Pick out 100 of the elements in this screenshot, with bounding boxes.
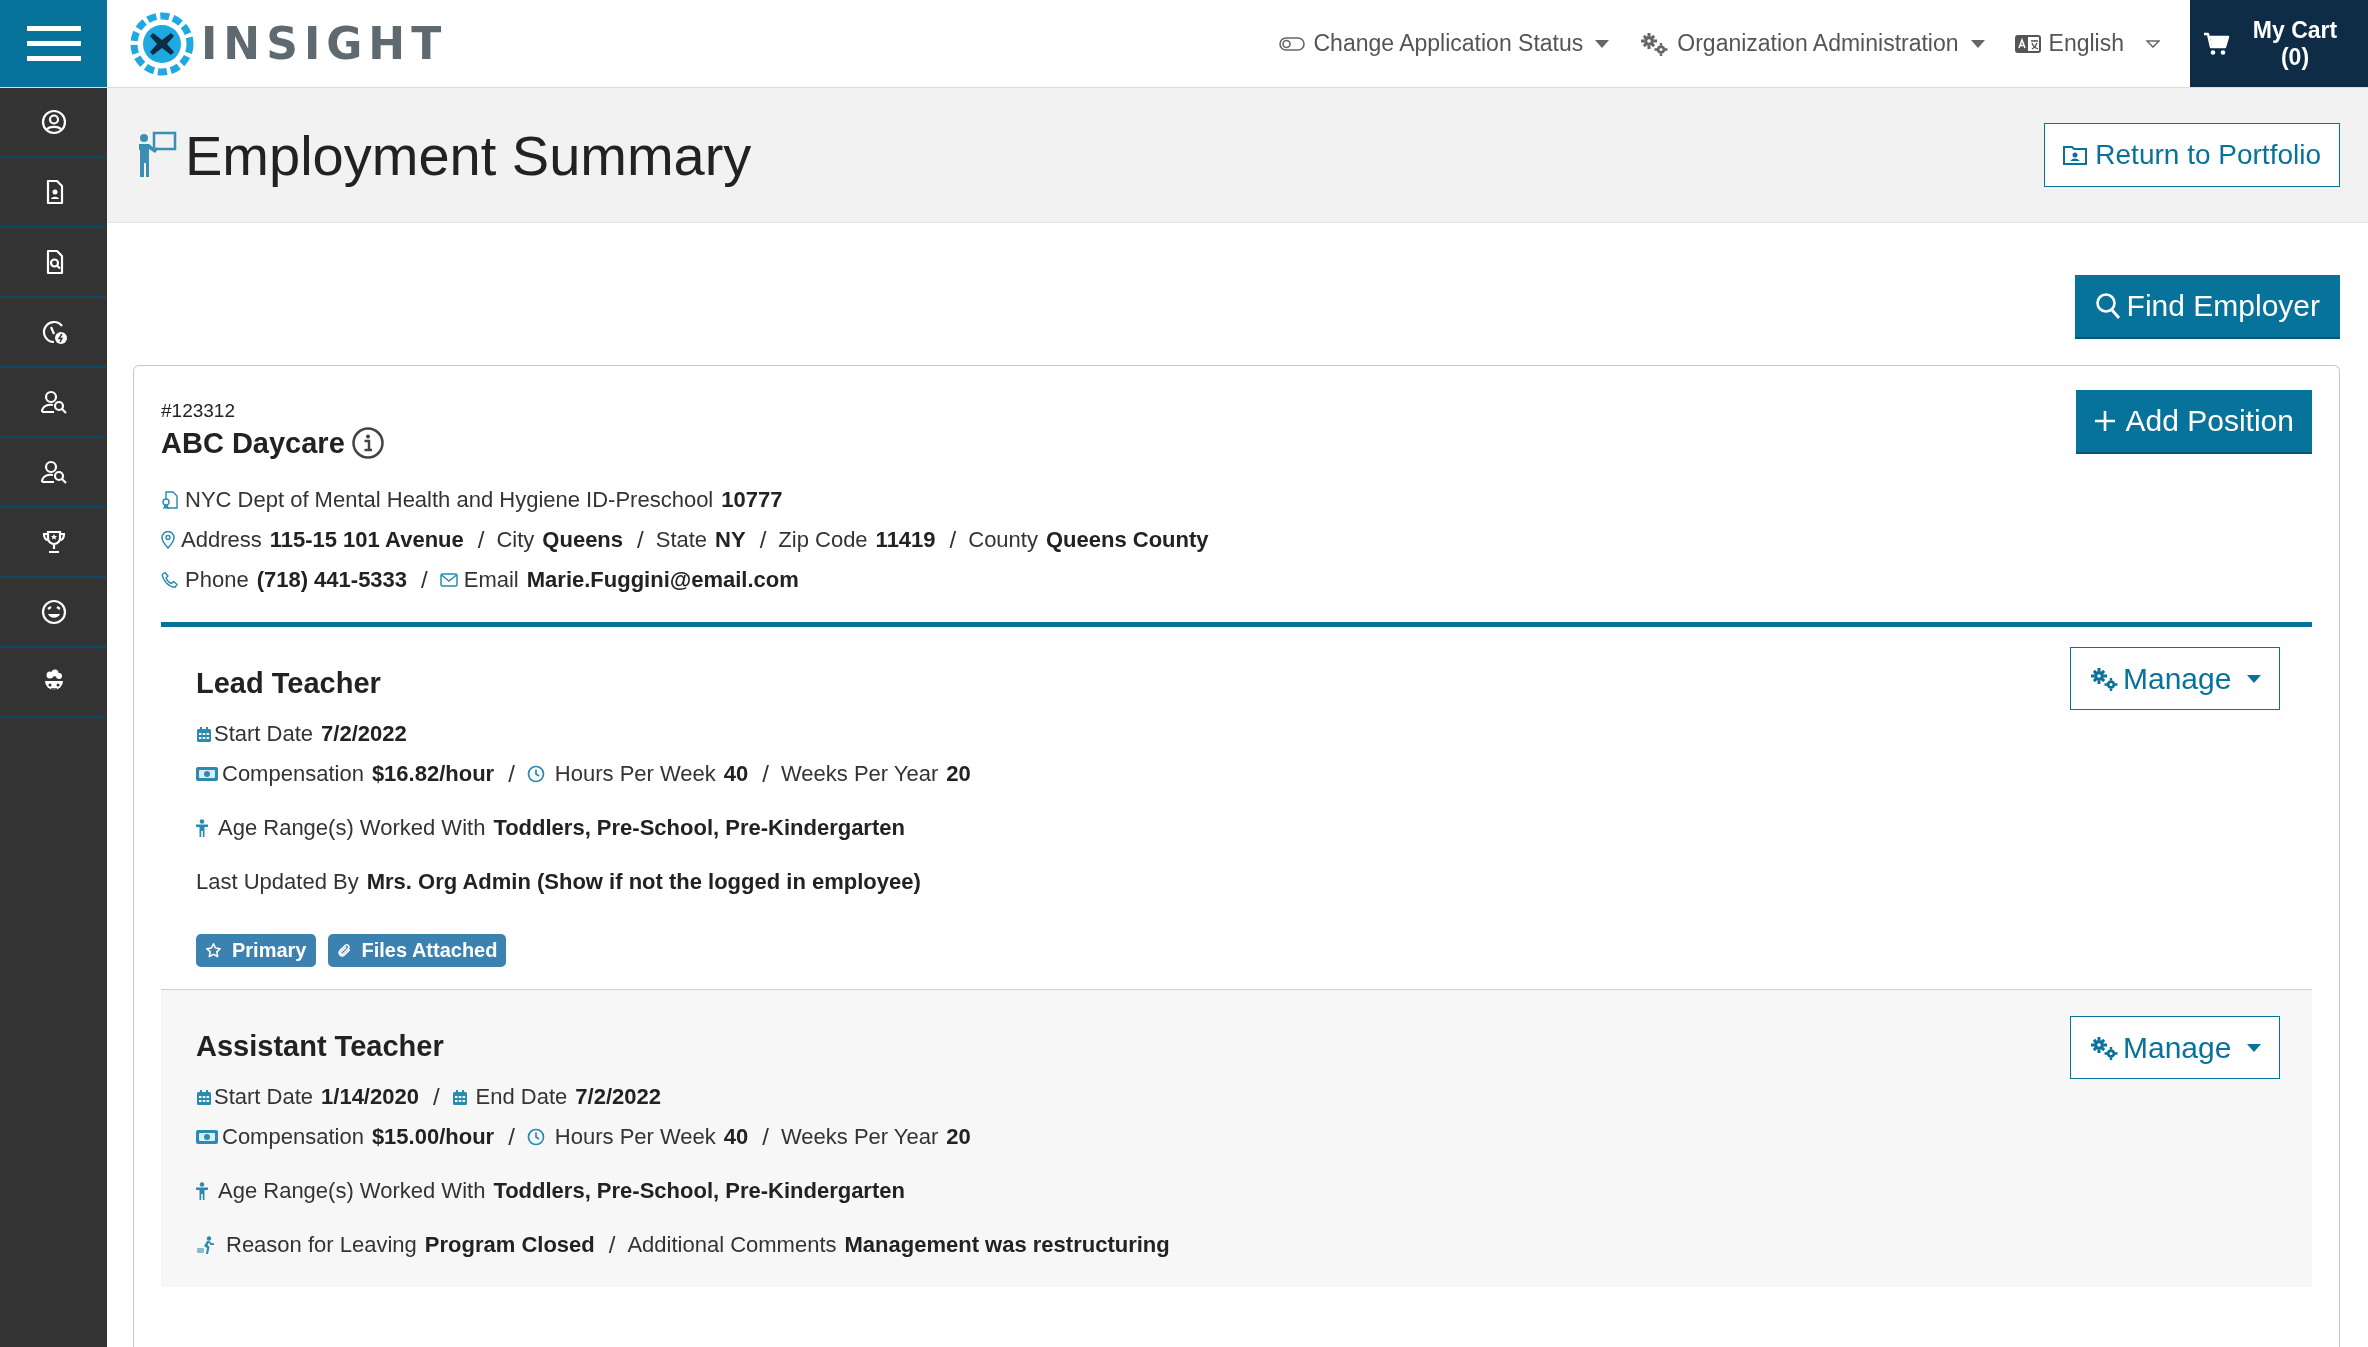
field-label: Hours Per Week [554, 1124, 716, 1150]
cart-button[interactable]: My Cart (0) [2190, 0, 2368, 87]
return-to-portfolio-button[interactable]: Return to Portfolio [2044, 123, 2340, 187]
separator: / [759, 526, 767, 554]
field-label: Weeks Per Year [780, 1124, 939, 1150]
field-label: Zip Code [778, 527, 868, 553]
field-value: Mrs. Org Admin (Show if not the logged in employee) [366, 869, 921, 895]
info-icon[interactable] [350, 426, 385, 460]
map-pin-icon [161, 531, 175, 549]
document-icon [161, 491, 179, 509]
user-search-icon[interactable] [39, 458, 68, 486]
find-employer-button[interactable]: Find Employer [2074, 275, 2340, 339]
field-value: $15.00/hour [371, 1124, 495, 1150]
add-position-button[interactable]: Add Position [2075, 390, 2312, 454]
child-icon [196, 1182, 208, 1200]
separator: / [508, 1123, 515, 1151]
field-value: 20 [946, 1124, 971, 1150]
separator: / [608, 1231, 616, 1259]
field-label: Reason for Leaving [226, 1232, 417, 1258]
field-value: Toddlers, Pre-School, Pre-Kindergarten [493, 1178, 905, 1204]
user-circle-icon[interactable] [39, 108, 68, 136]
star-icon [205, 942, 222, 959]
field-value: 7/2/2022 [321, 721, 407, 747]
toggle-icon [1279, 36, 1306, 51]
field-label: Last Updated By [196, 869, 359, 895]
field-label: Age Range(s) Worked With [218, 815, 486, 841]
field-label: Compensation [222, 1124, 364, 1150]
field-value: 20 [946, 761, 971, 787]
field-value: Queens County [1045, 527, 1209, 553]
user-search-icon[interactable] [39, 388, 68, 416]
field-value: 40 [723, 1124, 749, 1150]
field-value: $16.82/hour [371, 761, 495, 787]
separator: / [762, 760, 769, 788]
field-value: Queens [542, 527, 624, 553]
caret-down-icon [1595, 39, 1610, 48]
money-icon [196, 1130, 218, 1144]
dropdown-menu[interactable]: Organization Administration [1639, 0, 1985, 87]
menu-button[interactable] [0, 0, 107, 87]
field-label: Address [181, 527, 262, 553]
field-value: 10777 [721, 487, 783, 513]
field-value: Toddlers, Pre-School, Pre-Kindergarten [493, 815, 905, 841]
separator: / [421, 566, 428, 594]
manage-dropdown-button[interactable]: Manage [2070, 1016, 2280, 1079]
search-icon [2094, 292, 2121, 320]
caret-down-icon [2247, 674, 2261, 683]
menu-icon [26, 25, 81, 62]
field-label: Age Range(s) Worked With [218, 1178, 486, 1204]
envelope-icon [439, 573, 458, 587]
manage-dropdown-button[interactable]: Manage [2070, 647, 2280, 710]
clock-icon [526, 1128, 545, 1146]
field-label: County [968, 527, 1038, 553]
field-value: (718) 441-5333 [256, 567, 408, 593]
calendar-icon [451, 1088, 468, 1106]
field-label: Weeks Per Year [780, 761, 939, 787]
field-label: City [496, 527, 535, 553]
field-label: Additional Comments [627, 1232, 837, 1258]
logo-icon [129, 10, 195, 77]
caret-down-icon [1970, 39, 1985, 48]
field-value: 115-15 101 Avenue [269, 527, 464, 553]
separator: / [762, 1123, 769, 1151]
phone-icon [161, 571, 179, 589]
tag-label: Primary [232, 939, 307, 962]
employer-name: ABC Daycare [161, 426, 345, 460]
gears-icon [2089, 665, 2119, 692]
caret-down-icon [2146, 39, 2160, 48]
logo-text: INSIGHT [201, 18, 448, 69]
smiley-face-icon[interactable] [39, 598, 68, 626]
field-label: NYC Dept of Mental Health and Hygiene ID-Preschool [185, 487, 714, 513]
dropdown-menu[interactable]: Change Application Status [1279, 0, 1610, 87]
gears-icon [1639, 30, 1670, 57]
field-value: 40 [723, 761, 749, 787]
plus-icon [2093, 410, 2116, 432]
field-label: Start Date [214, 721, 314, 747]
field-label: Email [463, 567, 519, 593]
position-title: Assistant Teacher [196, 1030, 445, 1063]
field-value: 1/14/2020 [321, 1084, 419, 1110]
separator: / [432, 1083, 440, 1111]
folder-user-icon [2063, 145, 2088, 165]
language-icon [2014, 34, 2041, 53]
field-value: NY [715, 527, 746, 553]
separator: / [637, 526, 644, 554]
presenter-icon [137, 130, 177, 180]
money-icon [196, 767, 218, 781]
cart-icon [2204, 31, 2230, 56]
gears-icon [2089, 1034, 2119, 1061]
field-value: Program Closed [424, 1232, 595, 1258]
dropdown-menu[interactable]: English [2014, 0, 2160, 87]
separator: / [508, 760, 515, 788]
employer-number: #123312 [161, 400, 236, 422]
calendar-icon [196, 1088, 212, 1106]
walking-figure-icon [196, 1236, 216, 1254]
field-label: Start Date [214, 1084, 314, 1110]
field-value: 7/2/2022 [575, 1084, 661, 1110]
field-label: Compensation [222, 761, 364, 787]
clock-icon [526, 765, 545, 783]
field-label: End Date [475, 1084, 568, 1110]
position-title: Lead Teacher [196, 667, 382, 700]
paperclip-icon [336, 942, 352, 959]
field-value: Marie.Fuggini@email.com [526, 567, 799, 593]
child-icon [196, 819, 208, 837]
